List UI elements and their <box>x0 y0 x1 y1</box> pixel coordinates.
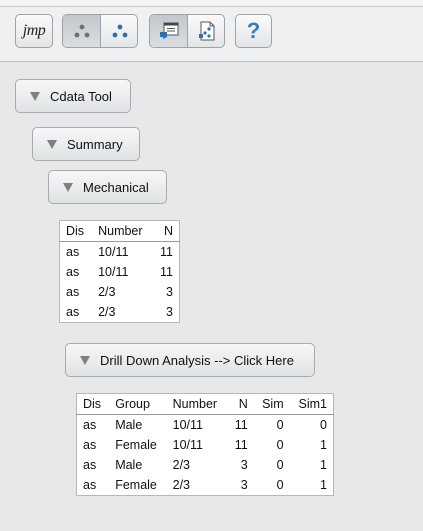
table-header-row: Dis Group Number N Sim Sim1 <box>76 393 334 415</box>
blue-dots-icon <box>112 24 127 38</box>
table-cell: 2/3 <box>172 458 191 472</box>
report-view-button[interactable] <box>150 15 187 47</box>
drill-down-table: Dis Group Number N Sim Sim1 as Male 10/1… <box>76 393 334 496</box>
table-cell: 3 <box>166 285 173 299</box>
help-icon: ? <box>246 18 261 43</box>
column-header[interactable]: Sim <box>253 393 290 415</box>
table-row: as Male 10/11 11 0 0 <box>77 415 334 436</box>
table-row: as 2/3 3 <box>60 282 180 302</box>
disclosure-triangle-icon[interactable] <box>47 139 57 149</box>
table-cell: as <box>66 285 80 299</box>
table-cell: as <box>66 305 80 319</box>
table-row: as 2/3 3 <box>60 302 180 323</box>
outline-summary[interactable]: Summary <box>32 127 140 161</box>
outline-mechanical[interactable]: Mechanical <box>48 170 167 204</box>
table-cell: 0 <box>276 458 284 472</box>
table-cell: 1 <box>320 478 327 492</box>
column-header[interactable]: Number <box>166 393 228 415</box>
table-row: as 10/11 11 <box>60 262 180 282</box>
help-button[interactable]: ? <box>235 14 272 48</box>
table-cell: Male <box>115 458 143 472</box>
table-cell: 2/3 <box>98 285 116 299</box>
report-window-icon <box>159 22 178 39</box>
table-cell: 11 <box>234 438 248 452</box>
table-cell: 1 <box>320 438 327 452</box>
table-cell: 10/11 <box>172 438 203 452</box>
disclosure-triangle-icon[interactable] <box>80 355 90 365</box>
column-header[interactable]: Number <box>92 220 153 242</box>
table-row: as Female 2/3 3 0 1 <box>77 475 334 496</box>
table-cell: as <box>83 478 97 492</box>
table-cell: 10/11 <box>98 265 129 279</box>
table-cell: 10/11 <box>172 418 203 432</box>
table-row: as Male 2/3 3 0 1 <box>77 455 334 475</box>
mechanical-table: Dis Number N as 10/11 11 as 10/11 11 as … <box>59 220 180 323</box>
data-view-button[interactable] <box>188 15 224 47</box>
table-header-row: Dis Number N <box>59 220 180 242</box>
table-row: as 10/11 11 <box>60 242 180 263</box>
data-table-icon <box>198 21 214 41</box>
column-header[interactable]: Dis <box>59 220 93 242</box>
column-header[interactable]: N <box>227 393 254 415</box>
table-cell: as <box>66 245 80 259</box>
table-cell: 3 <box>240 478 248 492</box>
table-cell: 2/3 <box>98 305 116 319</box>
column-header[interactable]: Sim1 <box>289 393 334 415</box>
table-cell: Female <box>115 478 157 492</box>
table-cell: 0 <box>276 418 284 432</box>
column-header[interactable]: N <box>152 220 180 242</box>
outline-title: Summary <box>67 136 123 152</box>
table-cell: as <box>83 418 97 432</box>
layout-toggle-group <box>62 14 138 48</box>
disclosure-triangle-icon[interactable] <box>30 91 40 101</box>
jmp-home-button[interactable]: jmp <box>15 14 53 48</box>
gray-dots-icon <box>74 24 89 38</box>
table-cell: 0 <box>276 438 284 452</box>
table-cell: 11 <box>234 418 248 432</box>
table-cell: 2/3 <box>172 478 191 492</box>
table-cell: 3 <box>166 305 173 319</box>
disclosure-triangle-icon[interactable] <box>63 182 73 192</box>
drill-down-button[interactable]: Drill Down Analysis --> Click Here <box>65 343 315 377</box>
outline-cdata-tool[interactable]: Cdata Tool <box>15 79 131 113</box>
column-header[interactable]: Dis <box>76 393 110 415</box>
window-top-edge <box>0 0 423 7</box>
table-cell: 0 <box>320 418 327 432</box>
outline-title: Cdata Tool <box>50 88 112 104</box>
jmp-logo-icon: jmp <box>22 22 46 39</box>
table-row: as Female 10/11 11 0 1 <box>77 435 334 455</box>
table-cell: 11 <box>160 245 173 259</box>
table-cell: 10/11 <box>98 245 129 259</box>
table-cell: Male <box>115 418 143 432</box>
table-cell: 3 <box>240 458 248 472</box>
layout-toggle-1[interactable] <box>63 15 100 47</box>
layout-toggle-2[interactable] <box>101 15 137 47</box>
table-cell: as <box>66 265 80 279</box>
outline-title: Mechanical <box>83 179 149 195</box>
table-cell: 0 <box>276 478 284 492</box>
toolbar: jmp ? <box>0 7 423 62</box>
table-cell: as <box>83 458 97 472</box>
view-toggle-group <box>149 14 225 48</box>
table-cell: as <box>83 438 97 452</box>
table-cell: 1 <box>320 458 327 472</box>
table-cell: 11 <box>160 265 173 279</box>
drill-down-label: Drill Down Analysis --> Click Here <box>100 352 294 368</box>
column-header[interactable]: Group <box>109 393 167 415</box>
table-cell: Female <box>115 438 157 452</box>
